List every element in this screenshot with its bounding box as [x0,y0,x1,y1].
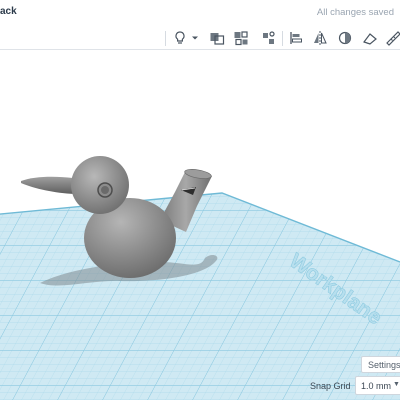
workplane-icon[interactable] [361,29,379,47]
align-icon[interactable] [287,29,305,47]
ruler-icon[interactable] [384,29,400,47]
ungroup-icon[interactable] [232,29,250,47]
toolbar [0,27,400,50]
ungroup-detail-icon[interactable] [259,29,277,47]
design-title[interactable]: ack [0,6,17,17]
mirror-icon[interactable] [311,29,329,47]
lightbulb-icon[interactable] [171,29,189,47]
title-bar: ack All changes saved [0,0,400,28]
save-status: All changes saved [316,7,394,18]
toolbar-divider [282,31,283,46]
dropdown-caret-icon[interactable] [189,29,201,47]
3d-viewport[interactable]: Workplane [0,50,400,400]
chevron-down-icon: ▼ [393,381,400,388]
group-icon[interactable] [208,29,226,47]
reflect-icon[interactable] [336,29,354,47]
bird-beak [21,176,74,194]
settings-button[interactable]: Settings [361,356,400,373]
snap-grid-label: Snap Grid [310,381,351,391]
toolbar-divider [165,31,166,46]
